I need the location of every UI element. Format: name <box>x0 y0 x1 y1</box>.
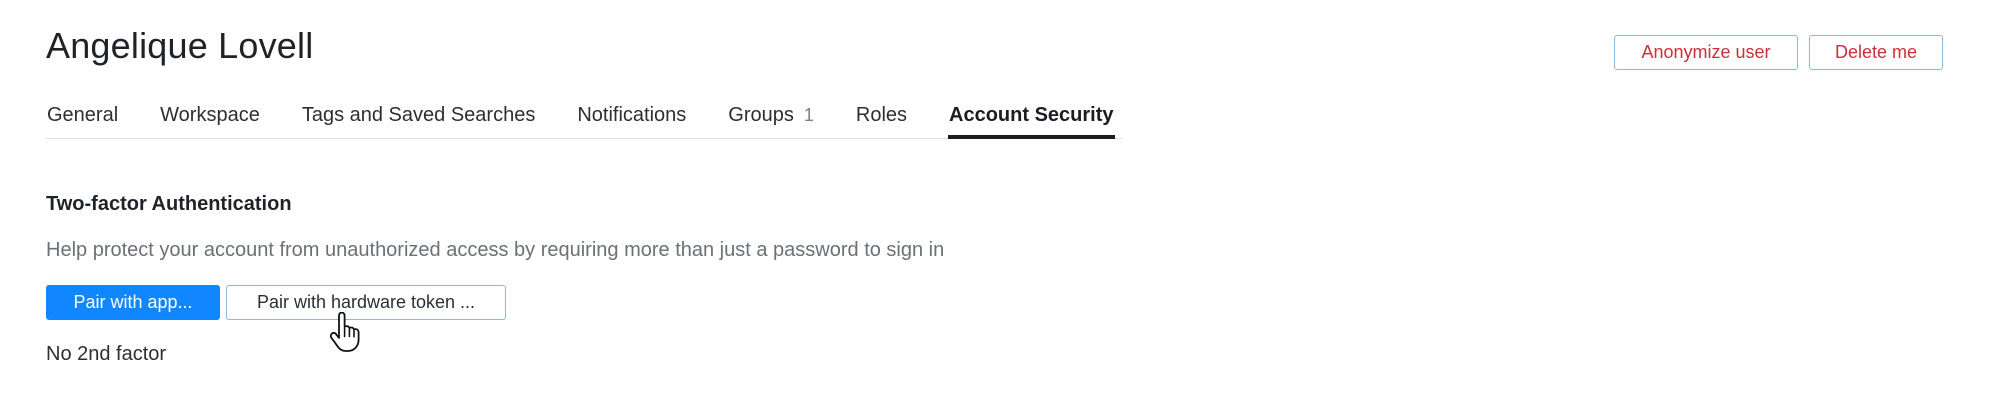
tab-groups[interactable]: Groups 1 <box>727 96 815 138</box>
tab-account-security[interactable]: Account Security <box>948 96 1115 139</box>
page-title: Angelique Lovell <box>46 25 314 66</box>
tab-tags-and-saved-searches[interactable]: Tags and Saved Searches <box>301 96 537 138</box>
tab-label: Workspace <box>160 104 260 126</box>
two-factor-section-title: Two-factor Authentication <box>46 193 292 215</box>
pair-actions: Pair with app... Pair with hardware toke… <box>46 285 506 320</box>
pair-with-app-button[interactable]: Pair with app... <box>46 285 220 320</box>
delete-me-button[interactable]: Delete me <box>1809 35 1943 70</box>
groups-count-badge: 1 <box>803 105 814 125</box>
tab-label: Tags and Saved Searches <box>301 104 536 126</box>
hand-pointer-icon <box>329 312 360 352</box>
tab-label: Account Security <box>949 104 1114 126</box>
tab-roles[interactable]: Roles <box>855 96 908 138</box>
tab-label: Roles <box>855 104 908 126</box>
account-settings-page: Angelique Lovell Anonymize user Delete m… <box>0 0 1989 401</box>
header-actions: Anonymize user Delete me <box>1614 35 1943 70</box>
pair-with-hardware-token-button[interactable]: Pair with hardware token ... <box>226 285 506 320</box>
settings-tabs: General Workspace Tags and Saved Searche… <box>46 96 1122 139</box>
tab-label: Notifications <box>577 104 687 126</box>
tab-label: General <box>47 104 119 126</box>
tab-workspace[interactable]: Workspace <box>159 96 261 138</box>
tab-label: Groups <box>728 104 794 126</box>
two-factor-status: No 2nd factor <box>46 343 167 365</box>
anonymize-user-button[interactable]: Anonymize user <box>1614 35 1798 70</box>
two-factor-description: Help protect your account from unauthori… <box>46 239 945 261</box>
tab-general[interactable]: General <box>46 96 119 138</box>
tab-notifications[interactable]: Notifications <box>576 96 687 138</box>
